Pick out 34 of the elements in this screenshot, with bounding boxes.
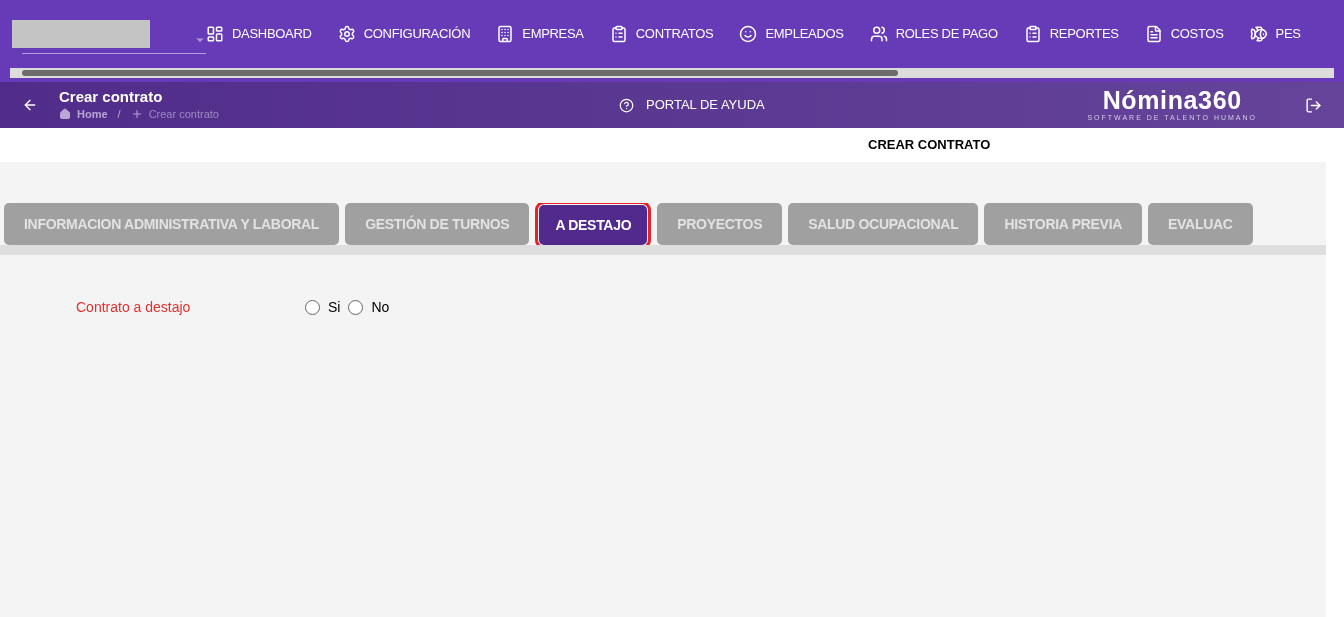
face-icon <box>739 25 758 43</box>
building-icon <box>496 25 515 43</box>
help-icon <box>619 97 634 113</box>
clipboard-icon <box>609 25 628 43</box>
clipboard-icon <box>1023 25 1042 43</box>
home-icon <box>59 108 71 120</box>
settings-icon <box>337 25 356 43</box>
radio-option[interactable]: No <box>348 297 390 318</box>
radio-option[interactable]: Si <box>305 297 341 318</box>
horizontal-scrollbar[interactable] <box>0 68 1344 82</box>
nav-link[interactable]: COSTOS <box>1144 24 1224 44</box>
section-title: CREAR CONTRATO <box>868 136 991 155</box>
nav-link[interactable]: REPORTES <box>1023 24 1119 44</box>
breadcrumb-link[interactable]: Home <box>77 105 108 123</box>
nav-link[interactable]: ROLES DE PAGO <box>869 24 998 44</box>
plus-icon <box>130 108 143 120</box>
users-icon <box>869 25 888 43</box>
breadcrumb-separator: / <box>117 106 121 122</box>
nav-link[interactable]: EMPLEADOS <box>739 24 844 44</box>
dashboard-icon <box>206 25 224 43</box>
nav-link[interactable]: DASHBOARD <box>206 24 312 44</box>
nav-link[interactable]: CONTRATOS <box>609 24 714 44</box>
logout-icon[interactable] <box>1305 96 1322 114</box>
page-heading: Crear contrato <box>59 87 164 106</box>
fish-icon <box>1249 25 1268 43</box>
logo-wordmark: Nómina360 <box>1102 86 1242 113</box>
nav-link[interactable]: CONFIGURACIÓN <box>337 24 471 44</box>
document-icon <box>1144 25 1163 43</box>
nav-link[interactable]: EMPRESA <box>496 24 584 44</box>
help-link[interactable]: PORTAL DE AYUDA <box>619 95 765 115</box>
field-label: Contrato a destajo <box>76 298 192 317</box>
back-icon[interactable] <box>22 97 38 113</box>
nav-link[interactable]: PES <box>1249 24 1301 44</box>
breadcrumb-current: Crear contrato <box>148 106 219 122</box>
